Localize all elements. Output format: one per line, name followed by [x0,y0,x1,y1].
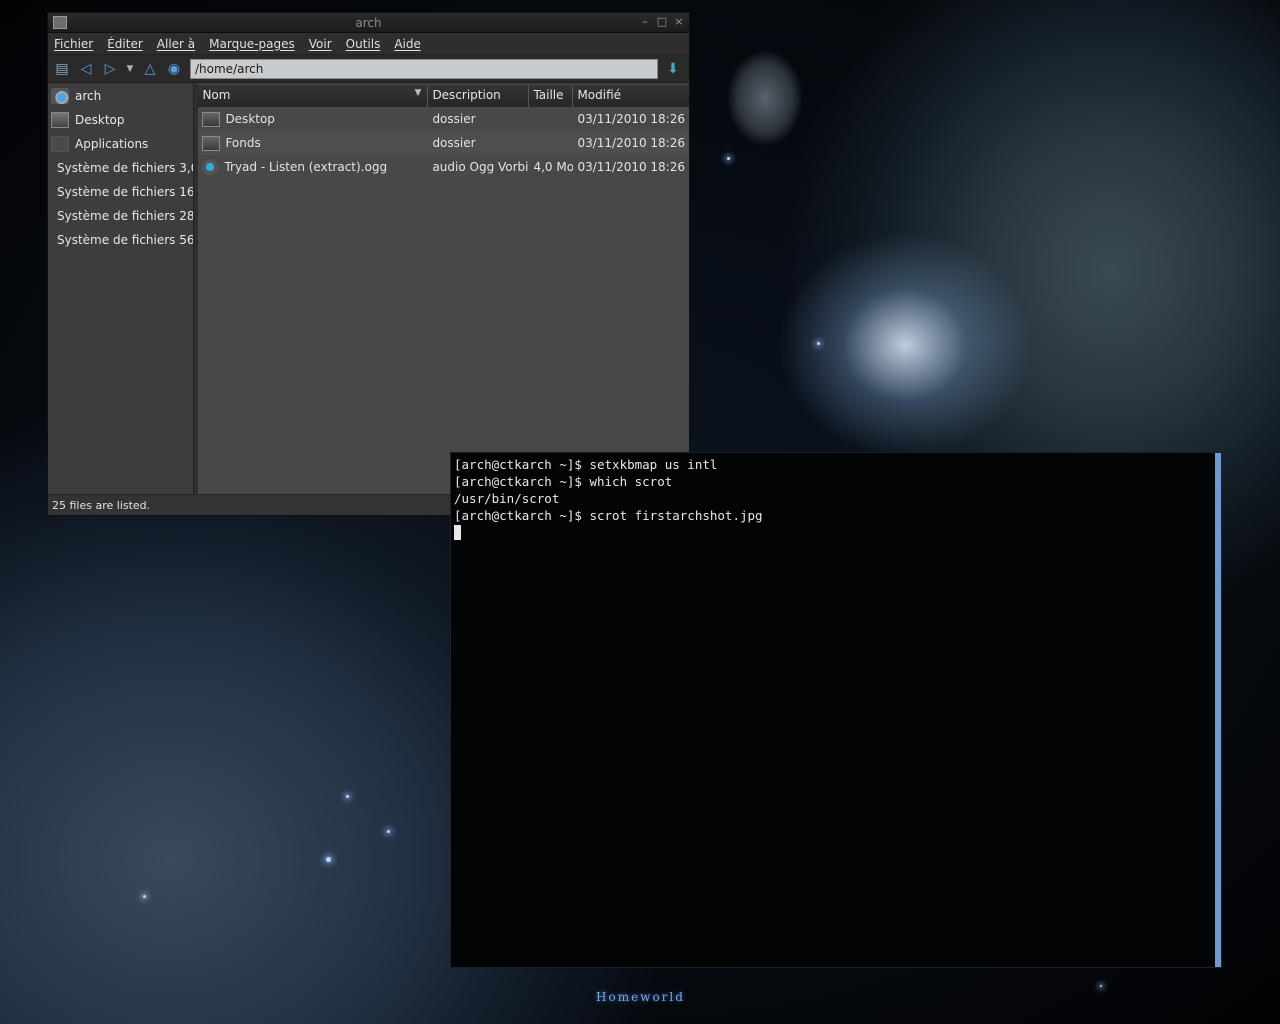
sidebar-item-filesystem-4[interactable]: Système de fichiers 56 [48,228,193,252]
menu-outils[interactable]: Outils [346,37,381,51]
column-label: Nom [202,88,231,102]
toolbar: ▤ ◁ ▷ ▼ △ ◉ ⬇ [48,55,689,83]
list-header: Nom ▼ Description Taille Modifié [198,85,689,107]
home-icon[interactable]: ◉ [164,59,184,79]
applications-icon [51,136,69,152]
column-header-description[interactable]: Description [428,85,530,107]
desktop-icon [51,112,69,128]
terminal-line: [arch@ctkarch ~]$ setxkbmap us intl [454,457,718,472]
file-manager-window: arch – □ × Fichier Éditer Aller à Marque… [47,12,690,516]
drive-icon [49,214,53,220]
menu-marque-pages[interactable]: Marque-pages [209,37,295,51]
file-description: dossier [432,112,476,126]
back-arrow-icon[interactable]: ◁ [76,59,96,79]
sidebar-item-label: Système de fichiers 16 [57,185,194,199]
column-header-taille[interactable]: Taille [529,85,574,107]
history-dropdown-icon[interactable]: ▼ [124,59,136,79]
menu-aller-a[interactable]: Aller à [157,37,195,51]
file-name: Fonds [225,136,261,150]
drive-icon [49,166,53,172]
table-row[interactable]: Fonds dossier 03/11/2010 18:26 [198,131,689,155]
terminal-line: [arch@ctkarch ~]$ which scrot [454,474,673,489]
sidebar-item-label: Système de fichiers 56 [57,233,194,247]
column-header-modifie[interactable]: Modifié [573,85,689,107]
sort-descending-icon: ▼ [414,88,422,98]
folder-icon [202,111,221,127]
menu-fichier[interactable]: Fichier [54,37,93,51]
sidebar-item-arch[interactable]: arch [48,84,193,108]
sidebar-item-label: Système de fichiers 28 [57,209,194,223]
sidebar-item-filesystem-2[interactable]: Système de fichiers 16 [48,180,193,204]
terminal-scrollbar[interactable] [1215,453,1221,967]
sidebar-item-label: Système de fichiers 3,0 [57,161,194,175]
sidebar-item-label: Applications [75,137,149,151]
terminal-line: [arch@ctkarch ~]$ scrot firstarchshot.jp… [454,508,763,523]
file-modified: 03/11/2010 18:26 [577,112,685,126]
terminal-cursor [454,525,461,540]
maximize-icon[interactable]: □ [656,15,668,28]
sidebar-item-label: arch [75,89,102,103]
parent-folder-icon[interactable]: △ [140,59,160,79]
menu-bar: Fichier Éditer Aller à Marque-pages Voir… [48,33,689,55]
file-modified: 03/11/2010 18:26 [577,136,685,150]
sidebar-item-filesystem-3[interactable]: Système de fichiers 28 [48,204,193,228]
table-row[interactable]: Desktop dossier 03/11/2010 18:26 [198,107,689,131]
column-header-nom[interactable]: Nom ▼ [198,85,429,107]
forward-arrow-icon[interactable]: ▷ [100,59,120,79]
minimize-icon[interactable]: – [639,15,651,28]
file-description: dossier [432,136,476,150]
window-titlebar[interactable]: arch – □ × [48,13,689,33]
file-name: Tryad - Listen (extract).ogg [224,160,388,174]
home-icon [51,88,69,104]
places-sidebar: arch Desktop Applications Système de fic… [48,84,194,496]
location-input[interactable] [190,58,658,79]
terminal-output: [arch@ctkarch ~]$ setxkbmap us intl [arc… [451,453,1221,540]
sidebar-item-label: Desktop [75,113,125,127]
file-size: 4,0 Mo [533,160,574,174]
menu-editer[interactable]: Éditer [107,37,143,51]
sidebar-item-applications[interactable]: Applications [48,132,193,156]
menu-voir[interactable]: Voir [309,37,332,51]
terminal-window[interactable]: [arch@ctkarch ~]$ setxkbmap us intl [arc… [450,452,1222,968]
close-icon[interactable]: × [673,15,685,28]
file-description: audio Ogg Vorbis [432,160,530,174]
table-row[interactable]: Tryad - Listen (extract).ogg audio Ogg V… [198,155,689,179]
sidebar-item-desktop[interactable]: Desktop [48,108,193,132]
wallpaper-caption: Homeworld [596,990,685,1004]
sidebar-item-filesystem-1[interactable]: Système de fichiers 3,0 [48,156,193,180]
folder-icon [202,135,221,151]
audio-file-icon [202,159,219,175]
drive-icon [49,190,53,196]
file-list: Nom ▼ Description Taille Modifié Desktop… [198,84,689,496]
go-arrow-icon[interactable]: ⬇ [662,59,684,79]
file-modified: 03/11/2010 18:26 [577,160,685,174]
menu-aide[interactable]: Aide [394,37,421,51]
terminal-line: /usr/bin/scrot [454,491,560,506]
file-name: Desktop [225,112,275,126]
new-folder-icon[interactable]: ▤ [52,59,72,79]
window-title: arch [355,16,382,30]
